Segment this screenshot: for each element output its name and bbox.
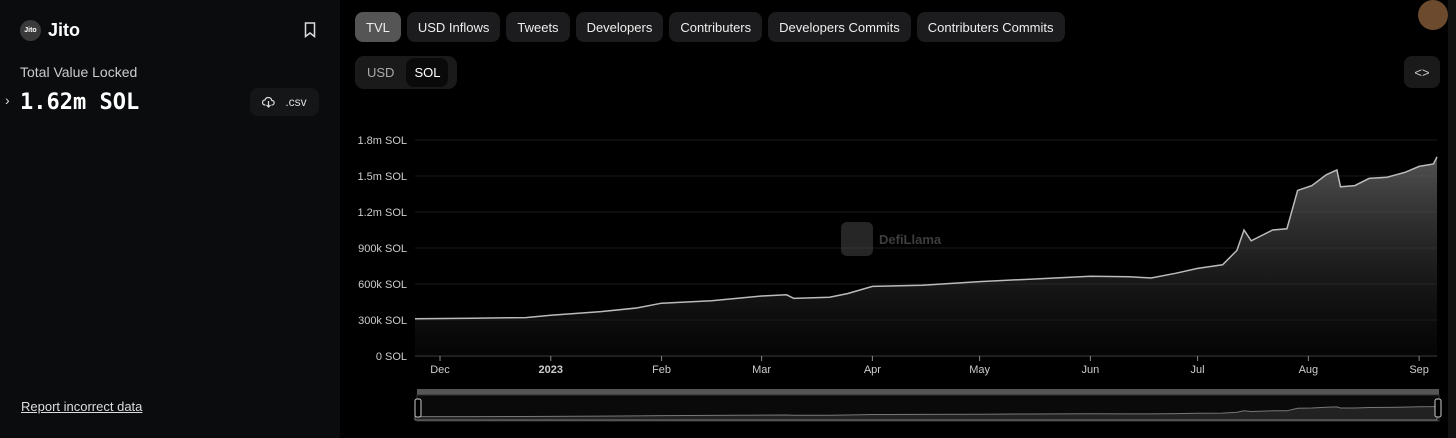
y-tick-label: 300k SOL [358, 315, 407, 327]
y-tick-label: 900k SOL [358, 243, 407, 255]
tvl-chart: 0 SOL 300k SOL 600k SOL 900k SOL 1.2m SOL 1.5… [357, 135, 1442, 422]
defillama-watermark: DefiLlama [841, 222, 942, 256]
watermark-text: DefiLlama [879, 232, 942, 247]
x-tick-label: May [969, 364, 990, 376]
y-tick-label: 1.5m SOL [357, 171, 407, 183]
x-tick-label: Dec [430, 364, 450, 376]
y-tick-label: 0 SOL [376, 351, 407, 363]
x-tick-label: Jun [1082, 364, 1100, 376]
range-handle-left[interactable] [414, 398, 422, 418]
x-tick-label: Mar [752, 364, 771, 376]
x-tick-label: Sep [1409, 364, 1429, 376]
x-tick-label: Jul [1191, 364, 1205, 376]
range-handle-right[interactable] [1434, 398, 1442, 418]
x-tick-label: 2023 [539, 364, 563, 376]
x-tick-label: Feb [652, 364, 671, 376]
y-tick-label: 600k SOL [358, 279, 407, 291]
x-tick-label: Aug [1299, 364, 1319, 376]
x-tick-label: Apr [864, 364, 881, 376]
range-slider-bar[interactable] [417, 389, 1439, 395]
y-tick-label: 1.2m SOL [357, 207, 407, 219]
y-tick-label: 1.8m SOL [357, 135, 407, 147]
tvl-area [415, 156, 1437, 356]
